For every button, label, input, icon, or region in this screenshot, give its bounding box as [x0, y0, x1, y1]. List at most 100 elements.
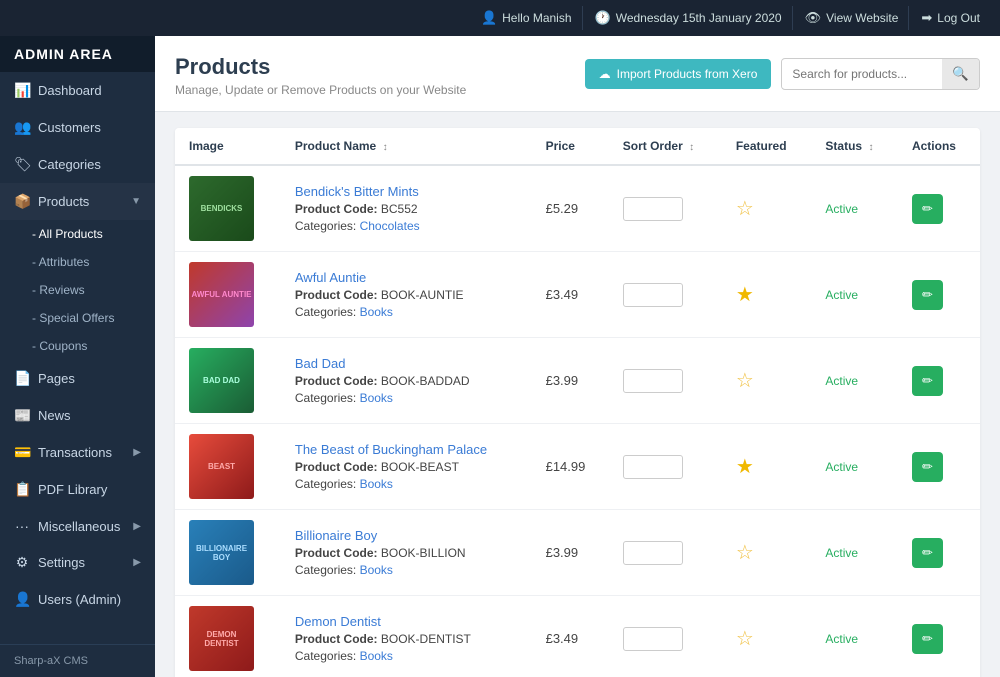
- page-header: Products Manage, Update or Remove Produc…: [155, 36, 1000, 112]
- sort-order-input[interactable]: [623, 627, 683, 651]
- sidebar-item-label: Dashboard: [38, 83, 102, 98]
- featured-star[interactable]: ☆: [736, 370, 754, 392]
- cell-image: BILLIONAIRE BOY: [175, 510, 281, 596]
- product-categories: Categories: Books: [295, 305, 518, 319]
- featured-star[interactable]: ★: [736, 284, 754, 306]
- sidebar-subitem-attributes[interactable]: - Attributes: [0, 248, 155, 276]
- transactions-icon: 💳: [14, 444, 30, 461]
- cell-price: £3.49: [532, 596, 609, 677]
- cell-price: £3.49: [532, 252, 609, 338]
- sidebar-item-label: Categories: [38, 157, 101, 172]
- col-product-name[interactable]: Product Name ↕: [281, 128, 532, 165]
- search-button[interactable]: 🔍: [942, 59, 979, 89]
- sidebar-item-categories[interactable]: 🏷 Categories: [0, 146, 155, 183]
- sidebar-subitem-label: - Reviews: [32, 283, 85, 297]
- sort-order-input[interactable]: [623, 369, 683, 393]
- product-image: BEAST: [189, 434, 254, 499]
- sort-order-input[interactable]: [623, 283, 683, 307]
- featured-star[interactable]: ★: [736, 456, 754, 478]
- col-image: Image: [175, 128, 281, 165]
- table-row: BEAST The Beast of Buckingham Palace Pro…: [175, 424, 980, 510]
- product-categories: Categories: Books: [295, 477, 518, 491]
- cell-image: DEMON DENTIST: [175, 596, 281, 677]
- products-table-container: Image Product Name ↕ Price Sort Order ↕ …: [155, 112, 1000, 677]
- sidebar-subitem-reviews[interactable]: - Reviews: [0, 276, 155, 304]
- cell-status: Active: [811, 596, 898, 677]
- search-input[interactable]: [782, 60, 942, 88]
- sidebar-item-users[interactable]: 👤 Users (Admin): [0, 581, 155, 618]
- import-icon: ☁: [599, 67, 611, 81]
- product-code: Product Code: BOOK-BILLION: [295, 546, 518, 560]
- cell-featured: ☆: [722, 338, 812, 424]
- chevron-down-icon: ▼: [131, 196, 141, 207]
- sort-order-input[interactable]: [623, 541, 683, 565]
- col-status[interactable]: Status ↕: [811, 128, 898, 165]
- product-name[interactable]: Bad Dad: [295, 356, 518, 371]
- table-row: BENDICKS Bendick's Bitter Mints Product …: [175, 165, 980, 252]
- product-name[interactable]: The Beast of Buckingham Palace: [295, 442, 518, 457]
- product-categories: Categories: Books: [295, 563, 518, 577]
- cell-featured: ★: [722, 252, 812, 338]
- cell-product-info: Awful Auntie Product Code: BOOK-AUNTIE C…: [281, 252, 532, 338]
- topbar-user-label: Hello Manish: [502, 11, 571, 25]
- sidebar-item-pdf-library[interactable]: 📋 PDF Library: [0, 471, 155, 508]
- sort-order-input[interactable]: [623, 455, 683, 479]
- main-content: Products Manage, Update or Remove Produc…: [155, 36, 1000, 677]
- sidebar-subitem-special-offers[interactable]: - Special Offers: [0, 304, 155, 332]
- topbar-logout[interactable]: ➡ Log Out: [911, 6, 990, 30]
- product-categories: Categories: Books: [295, 649, 518, 663]
- edit-button[interactable]: ✏: [912, 194, 943, 224]
- cell-price: £14.99: [532, 424, 609, 510]
- topbar-view-website[interactable]: 👁 View Website: [795, 6, 910, 30]
- col-sort-order[interactable]: Sort Order ↕: [609, 128, 722, 165]
- user-icon: 👤: [481, 10, 497, 26]
- edit-button[interactable]: ✏: [912, 280, 943, 310]
- sidebar-footer: Sharp-aX CMS: [0, 644, 155, 677]
- featured-star[interactable]: ☆: [736, 542, 754, 564]
- cell-actions: ✏: [898, 338, 980, 424]
- categories-icon: 🏷: [14, 156, 30, 173]
- product-code: Product Code: BOOK-DENTIST: [295, 632, 518, 646]
- cell-actions: ✏: [898, 510, 980, 596]
- sidebar-subitem-all-products[interactable]: - All Products: [0, 220, 155, 248]
- sidebar-brand: ADMIN AREA: [0, 36, 155, 72]
- import-products-button[interactable]: ☁ Import Products from Xero: [585, 59, 772, 89]
- cell-actions: ✏: [898, 252, 980, 338]
- sidebar-item-products[interactable]: 📦 Products ▼: [0, 183, 155, 220]
- sidebar-item-customers[interactable]: 👥 Customers: [0, 109, 155, 146]
- product-name[interactable]: Bendick's Bitter Mints: [295, 184, 518, 199]
- cell-featured: ☆: [722, 510, 812, 596]
- product-name[interactable]: Awful Auntie: [295, 270, 518, 285]
- edit-button[interactable]: ✏: [912, 538, 943, 568]
- featured-star[interactable]: ☆: [736, 628, 754, 650]
- edit-button[interactable]: ✏: [912, 366, 943, 396]
- topbar-user[interactable]: 👤 Hello Manish: [471, 6, 583, 30]
- cell-product-info: The Beast of Buckingham Palace Product C…: [281, 424, 532, 510]
- sidebar-item-dashboard[interactable]: 📊 Dashboard: [0, 72, 155, 109]
- cell-status: Active: [811, 510, 898, 596]
- sort-order-input[interactable]: [623, 197, 683, 221]
- sidebar-item-label: Users (Admin): [38, 592, 121, 607]
- sidebar-item-miscellaneous[interactable]: ··· Miscellaneous ▶: [0, 508, 155, 544]
- cell-status: Active: [811, 252, 898, 338]
- sidebar-item-pages[interactable]: 📄 Pages: [0, 360, 155, 397]
- sidebar-subitem-label: - Attributes: [32, 255, 89, 269]
- cell-price: £3.99: [532, 338, 609, 424]
- product-name[interactable]: Demon Dentist: [295, 614, 518, 629]
- edit-button[interactable]: ✏: [912, 624, 943, 654]
- sidebar-item-label: Settings: [38, 555, 85, 570]
- featured-star[interactable]: ☆: [736, 198, 754, 220]
- sidebar-item-transactions[interactable]: 💳 Transactions ▶: [0, 434, 155, 471]
- pages-icon: 📄: [14, 370, 30, 387]
- product-name[interactable]: Billionaire Boy: [295, 528, 518, 543]
- sidebar-subitem-coupons[interactable]: - Coupons: [0, 332, 155, 360]
- sidebar-item-news[interactable]: 📰 News: [0, 397, 155, 434]
- col-actions: Actions: [898, 128, 980, 165]
- cell-actions: ✏: [898, 424, 980, 510]
- sidebar-item-settings[interactable]: ⚙ Settings ▶: [0, 544, 155, 581]
- sidebar-item-label: PDF Library: [38, 482, 107, 497]
- sidebar-item-label: Miscellaneous: [38, 519, 120, 534]
- product-image: BENDICKS: [189, 176, 254, 241]
- edit-button[interactable]: ✏: [912, 452, 943, 482]
- cell-product-info: Bad Dad Product Code: BOOK-BADDAD Catego…: [281, 338, 532, 424]
